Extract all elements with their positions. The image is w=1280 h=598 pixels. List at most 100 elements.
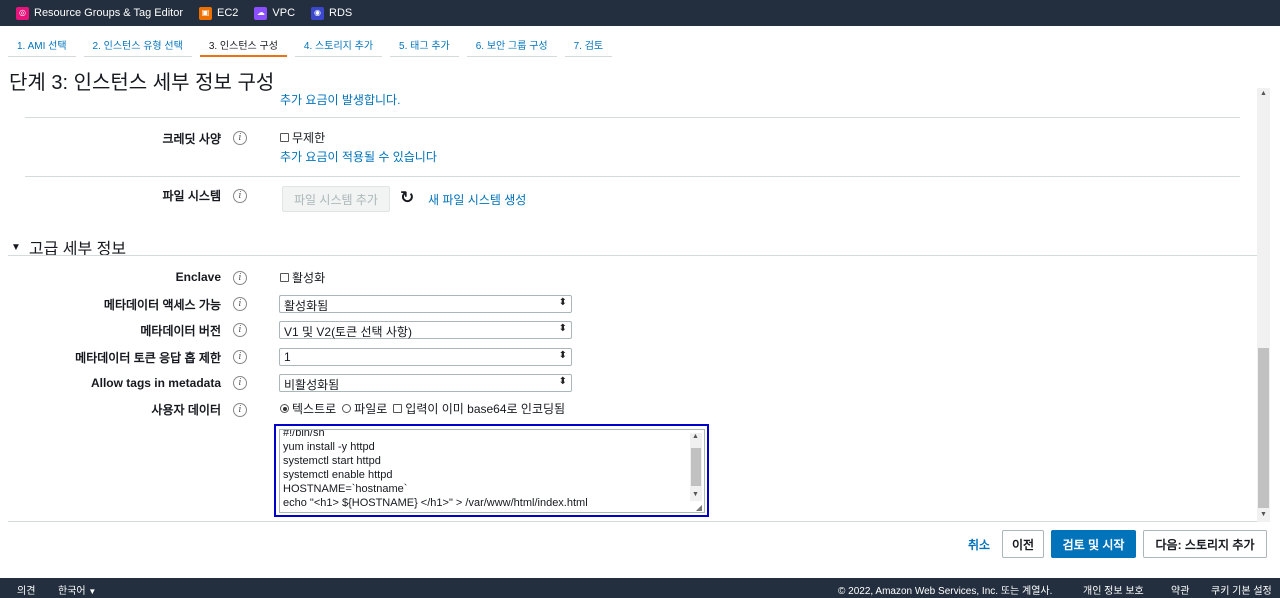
select-value: 활성화됨 (284, 299, 329, 313)
as-file-radio[interactable]: 파일로 (342, 400, 387, 417)
textarea-scrollbar[interactable]: ▲ ▼ (690, 433, 702, 501)
feedback-link[interactable]: 의견 (17, 582, 35, 597)
info-icon[interactable]: i (233, 323, 247, 337)
info-icon[interactable]: i (233, 376, 247, 390)
tab-ami[interactable]: 1. AMI 선택 (8, 31, 76, 57)
code-line: echo "<h1> ${HOSTNAME} </h1>" > /var/www… (283, 497, 588, 509)
scroll-up-icon[interactable]: ▲ (1260, 90, 1267, 97)
favorite-ec2[interactable]: ▣ EC2 (198, 6, 238, 20)
checkbox-icon (280, 133, 289, 142)
tab-configure-instance[interactable]: 3. 인스턴스 구성 (199, 31, 287, 57)
tab-review[interactable]: 7. 검토 (564, 31, 613, 57)
language-label: 한국어 (58, 586, 86, 597)
charges-note: 추가 요금이 발생합니다. (280, 93, 401, 107)
metadata-hop-label: 메타데이터 토큰 응답 홉 제한 (75, 351, 221, 365)
select-value: 비활성화됨 (284, 378, 340, 392)
info-icon[interactable]: i (233, 403, 247, 417)
wizard-steps: 1. AMI 선택 2. 인스턴스 유형 선택 3. 인스턴스 구성 4. 스토… (8, 31, 620, 57)
next-add-storage-button[interactable]: 다음: 스토리지 추가 (1143, 530, 1267, 558)
favorite-rds[interactable]: ◉ RDS (311, 6, 353, 20)
filesystem-label: 파일 시스템 (162, 189, 221, 203)
favorite-label: RDS (329, 7, 353, 19)
favorite-label: Resource Groups & Tag Editor (34, 7, 183, 19)
select-value: V1 및 V2(토큰 선택 사항) (284, 325, 412, 339)
radio-icon (342, 404, 352, 413)
metadata-hop-select[interactable]: 1 ⬍ (279, 348, 572, 366)
terms-link[interactable]: 약관 (1171, 582, 1189, 597)
vpc-icon: ☁ (254, 6, 268, 20)
metadata-version-label: 메타데이터 버전 (140, 324, 221, 338)
favorite-label: VPC (272, 7, 296, 19)
console-footer: 의견 한국어 ▼ © 2022, Amazon Web Services, In… (0, 578, 1280, 598)
scroll-down-icon[interactable]: ▼ (1260, 511, 1267, 518)
select-arrows-icon: ⬍ (558, 350, 567, 361)
select-arrows-icon: ⬍ (558, 297, 567, 308)
as-text-radio[interactable]: 텍스트로 (280, 400, 336, 417)
enclave-checkbox[interactable]: 활성화 (280, 269, 325, 286)
allow-tags-label: Allow tags in metadata (90, 376, 221, 390)
create-filesystem-link[interactable]: 새 파일 시스템 생성 (428, 191, 526, 208)
tab-instance-type[interactable]: 2. 인스턴스 유형 선택 (83, 31, 192, 57)
cookie-preferences-link[interactable]: 쿠키 기본 설정 (1211, 582, 1272, 597)
info-icon[interactable]: i (233, 350, 247, 364)
caret-down-icon: ▼ (11, 241, 21, 253)
select-value: 1 (284, 350, 291, 364)
checkbox-icon (393, 404, 403, 413)
caret-down-icon: ▼ (88, 587, 97, 596)
ec2-icon: ▣ (198, 6, 212, 20)
select-arrows-icon: ⬍ (558, 376, 567, 387)
code-line: HOSTNAME=`hostname` (283, 483, 408, 495)
favorite-resource-groups[interactable]: ◎ Resource Groups & Tag Editor (16, 6, 183, 20)
info-icon[interactable]: i (233, 297, 247, 311)
divider (25, 117, 1240, 118)
divider (8, 521, 1257, 522)
refresh-icon[interactable]: ↻ (400, 188, 414, 208)
cancel-button[interactable]: 취소 (962, 530, 996, 558)
add-filesystem-button[interactable]: 파일 시스템 추가 (282, 186, 390, 212)
resize-handle-icon[interactable]: ◢ (696, 503, 702, 512)
metadata-access-label: 메타데이터 액세스 가능 (103, 298, 221, 312)
scroll-down-icon[interactable]: ▼ (692, 491, 699, 498)
favorite-vpc[interactable]: ☁ VPC (254, 6, 296, 20)
metadata-access-select[interactable]: 활성화됨 ⬍ (279, 295, 572, 313)
user-data-textarea[interactable]: #!/bin/sh yum install -y httpd systemctl… (279, 429, 705, 513)
language-selector[interactable]: 한국어 ▼ (58, 582, 96, 597)
info-icon[interactable]: i (233, 189, 247, 203)
enclave-label: Enclave (175, 270, 221, 284)
enclave-checkbox-label: 활성화 (292, 271, 326, 285)
page-scroll-thumb[interactable] (1258, 348, 1269, 508)
allow-tags-select[interactable]: 비활성화됨 ⬍ (279, 374, 572, 392)
unlimited-checkbox[interactable]: 무제한 (280, 129, 325, 146)
form-scroll-area: 추가 요금이 발생합니다. 크레딧 사양 i 무제한 추가 요금이 적용될 수 … (8, 88, 1270, 522)
tab-add-tags[interactable]: 5. 태그 추가 (390, 31, 459, 57)
review-and-launch-button[interactable]: 검토 및 시작 (1051, 530, 1136, 558)
credit-spec-label: 크레딧 사양 (162, 132, 221, 146)
code-line: #!/bin/sh (283, 429, 325, 439)
base64-label: 입력이 이미 base64로 인코딩됨 (405, 402, 566, 416)
previous-button[interactable]: 이전 (1002, 530, 1044, 558)
scroll-thumb[interactable] (691, 448, 701, 486)
info-icon[interactable]: i (233, 271, 247, 285)
tab-add-storage[interactable]: 4. 스토리지 추가 (294, 31, 383, 57)
tab-security-group[interactable]: 6. 보안 그룹 구성 (466, 31, 557, 57)
page-scrollbar[interactable]: ▲ ▼ (1257, 88, 1270, 522)
user-data-options: 텍스트로 파일로 입력이 이미 base64로 인코딩됨 (280, 400, 565, 417)
user-data-highlight: #!/bin/sh yum install -y httpd systemctl… (274, 424, 709, 517)
radio-checked-icon (280, 404, 289, 413)
favorites-bar: ◎ Resource Groups & Tag Editor ▣ EC2 ☁ V… (0, 0, 1280, 26)
divider (8, 255, 1257, 256)
as-file-label: 파일로 (354, 402, 388, 416)
privacy-link[interactable]: 개인 정보 보호 (1083, 582, 1144, 597)
copyright-text: © 2022, Amazon Web Services, Inc. 또는 계열사… (838, 586, 1053, 597)
info-icon[interactable]: i (233, 131, 247, 145)
select-arrows-icon: ⬍ (558, 323, 567, 334)
base64-checkbox[interactable]: 입력이 이미 base64로 인코딩됨 (393, 400, 565, 417)
as-text-label: 텍스트로 (292, 402, 337, 416)
metadata-version-select[interactable]: V1 및 V2(토큰 선택 사항) ⬍ (279, 321, 572, 339)
rds-icon: ◉ (311, 6, 325, 20)
code-line: yum install -y httpd (283, 441, 375, 453)
scroll-up-icon[interactable]: ▲ (692, 433, 699, 440)
code-line: systemctl start httpd (283, 455, 381, 467)
credit-charges-note: 추가 요금이 적용될 수 있습니다 (280, 150, 437, 164)
resource-groups-icon: ◎ (16, 6, 29, 20)
